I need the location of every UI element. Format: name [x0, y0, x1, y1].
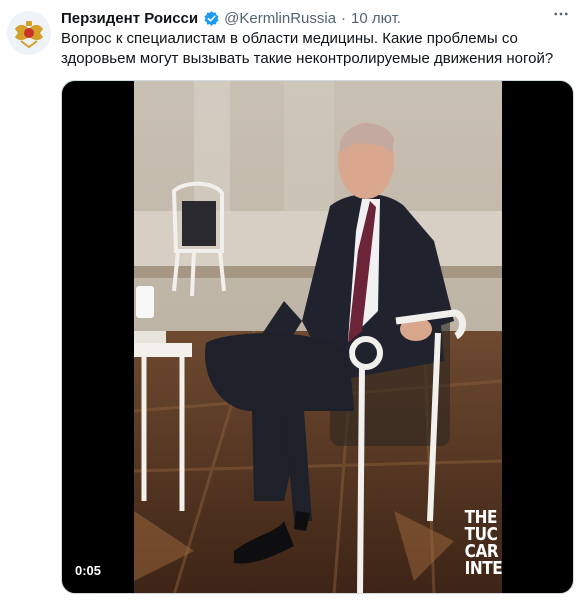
author-handle[interactable]: @KermlinRussia: [224, 10, 336, 27]
tweet-header: Перзидент Роисси @KermlinRussia · 10 лют…: [61, 7, 575, 29]
avatar[interactable]: [7, 11, 51, 55]
tweet-text: Вопрос к специалистам в области медицины…: [61, 30, 554, 67]
tweet[interactable]: Перзидент Роисси @KermlinRussia · 10 лют…: [0, 0, 585, 601]
more-icon[interactable]: [551, 4, 571, 24]
video-player[interactable]: 0:05 THE TUC CAR INTE: [61, 80, 574, 594]
video-watermark: THE TUC CAR INTE: [464, 509, 502, 579]
verified-badge-icon: [203, 10, 220, 27]
author-name[interactable]: Перзидент Роисси: [61, 10, 198, 27]
watermark-line: INTE: [464, 558, 502, 579]
tweet-time[interactable]: 10 лют.: [351, 10, 401, 27]
video-duration: 0:05: [75, 563, 102, 578]
coat-of-arms-icon: [7, 11, 51, 55]
separator-dot: ·: [341, 9, 347, 27]
video-frame: [134, 81, 502, 593]
